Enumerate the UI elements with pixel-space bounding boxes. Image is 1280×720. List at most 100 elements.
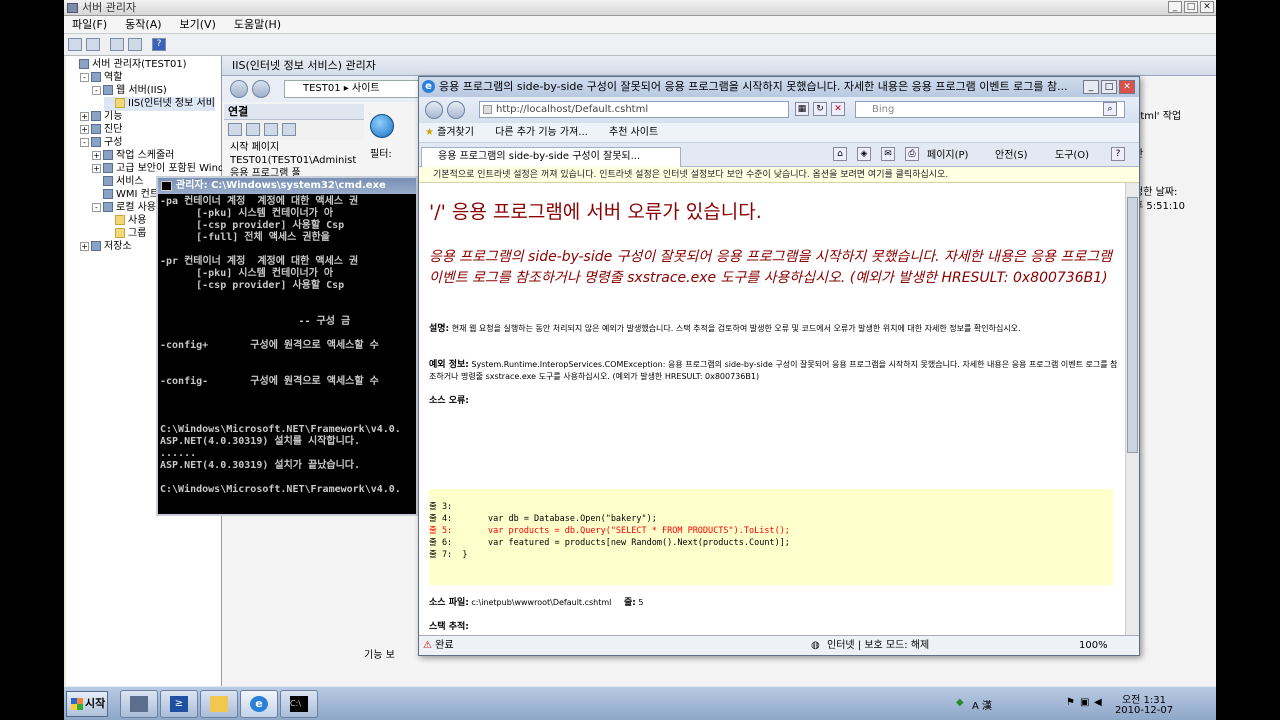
tree-item[interactable]: IIS(인터넷 정보 서비 [104,97,215,111]
ie-forward-icon[interactable] [447,101,465,119]
up-folder-icon[interactable] [110,38,124,51]
breadcrumb[interactable]: TEST01 ▸ 사이트 [284,80,424,98]
cmd-line: [-csp provider] 사용할 Csp [160,220,345,231]
clock-date[interactable]: 2010-12-07 [1114,705,1174,716]
globe-connect-icon[interactable] [228,123,242,136]
close-button[interactable]: ✕ [1200,1,1214,13]
maximize-button[interactable]: □ [1184,1,1198,13]
collapse-icon[interactable]: - [92,202,101,212]
zoom-level[interactable]: 100% [1079,636,1108,656]
tree-item[interactable]: - 로컬 사용 [92,201,156,215]
refresh-icon[interactable] [282,123,296,136]
taskbar-cmd[interactable]: C:\ [280,690,318,718]
favorites-button[interactable]: 즐겨찾기 [437,127,474,138]
collapse-icon[interactable]: - [80,137,89,147]
menu-bar: 파일(F) 동작(A) 보기(V) 도움말(H) [64,16,1216,34]
windows-logo-icon [71,698,83,710]
ie-window: e 응용 프로그램의 side-by-side 구성이 잘못되어 응용 프로그램… [418,76,1140,656]
breadcrumb-sites[interactable]: 사이트 [352,83,380,94]
tree-item[interactable]: 서버 관리자(TEST01) [68,58,187,72]
tree-item[interactable]: - 역할 [80,71,122,85]
security-zone[interactable]: 인터넷 | 보호 모드: 해제 [827,636,929,656]
tree-item[interactable]: + 고급 보안이 포함된 Wind [92,162,224,176]
menu-help[interactable]: 도움말(H) [234,18,281,31]
iis-back-icon[interactable] [230,80,248,98]
ime-mode[interactable]: A 漢 [972,697,992,712]
tree-item[interactable]: WMI 컨트 [92,188,159,202]
menu-view[interactable]: 보기(V) [180,18,216,31]
tree-item[interactable]: 서비스 [92,175,144,189]
expand-icon[interactable]: + [92,150,101,160]
stop-icon[interactable]: ✕ [831,102,845,116]
back-icon[interactable] [68,38,82,51]
network-icon[interactable]: ▣ [1080,697,1089,708]
taskbar-powershell[interactable]: ≥ [160,690,198,718]
expand-icon[interactable]: + [80,124,89,134]
search-icon[interactable]: ⌕ [1103,102,1117,116]
mail-icon[interactable]: ✉ [881,147,895,161]
taskbar-server-manager[interactable] [120,690,158,718]
help-icon[interactable]: ? [1111,147,1125,161]
tree-item[interactable]: + 기능 [80,110,122,124]
feeds-icon[interactable]: ◈ [857,147,871,161]
cmd-output[interactable]: -pa 컨테이너 계정 계정에 대한 액세스 권 [-pku] 시스템 컨테이너… [158,194,416,514]
expand-icon[interactable]: + [80,241,89,251]
menu-action[interactable]: 동작(A) [125,18,161,31]
server-manager-titlebar[interactable]: 서버 관리자 _ □ ✕ [64,0,1216,16]
help-icon[interactable]: ? [152,38,166,51]
collapse-icon[interactable]: - [92,85,101,95]
ie-close-button[interactable]: ✕ [1119,80,1135,94]
expand-icon[interactable]: + [80,111,89,121]
tree-item[interactable]: - 구성 [80,136,122,150]
tree-item[interactable]: 그룹 [104,227,146,241]
clock-time[interactable]: 오전 1:31 [1114,691,1174,706]
vertical-scrollbar[interactable] [1125,183,1139,635]
tree-spacer [104,229,113,238]
save-icon[interactable] [246,123,260,136]
taskbar-ie[interactable]: e [240,690,278,718]
cmd-titlebar[interactable]: 관리자: C:\Windows\system32\cmd.exe [158,178,416,194]
home-icon[interactable]: ⌂ [833,147,847,161]
language-bar-icon[interactable]: ◆ [956,697,964,708]
start-button[interactable]: 시작 [66,691,108,717]
tree-node-icon [91,72,101,82]
forward-icon[interactable] [86,38,100,51]
collapse-icon[interactable]: - [80,72,89,82]
compat-view-icon[interactable]: ▦ [795,102,809,116]
page-menu[interactable]: 페이지(P) [927,147,968,165]
tree-item[interactable]: + 작업 스케줄러 [92,149,174,163]
folder-icon[interactable] [264,123,278,136]
active-tab[interactable]: 응용 프로그램의 side-by-side 구성이 잘못되... [421,147,681,167]
flag-icon[interactable]: ⚑ [1066,697,1075,708]
safety-menu[interactable]: 안전(S) [995,147,1028,165]
refresh-icon[interactable]: ↻ [813,102,827,116]
ie-maximize-button[interactable]: □ [1101,80,1117,94]
conn-server[interactable]: TEST01(TEST01\Administ [230,154,356,167]
fav-addons-link[interactable]: 다른 추가 기능 가져... [495,127,588,138]
conn-start-page[interactable]: 시작 페이지 [230,141,356,154]
tree-item[interactable]: + 진단 [80,123,122,137]
search-field[interactable]: Bing [855,101,1125,118]
expand-icon[interactable]: + [92,163,101,173]
ie-minimize-button[interactable]: _ [1083,80,1099,94]
print-icon[interactable]: ⎙ [905,147,919,161]
ie-titlebar[interactable]: e 응용 프로그램의 side-by-side 구성이 잘못되어 응용 프로그램… [419,77,1139,97]
minimize-button[interactable]: _ [1168,1,1182,13]
iis-forward-icon[interactable] [252,80,270,98]
tools-menu[interactable]: 도구(O) [1055,147,1089,165]
tree-item[interactable]: + 저장소 [80,240,132,254]
actions-item-browse[interactable]: 찬 [1134,148,1185,162]
volume-icon[interactable]: ◀ [1094,697,1102,708]
information-bar[interactable]: 기본적으로 인트라넷 설정은 꺼져 있습니다. 인트라넷 설정은 인터넷 설정보… [419,167,1139,183]
scroll-thumb[interactable] [1127,197,1138,453]
taskbar-explorer[interactable] [200,690,238,718]
url-field[interactable]: http://localhost/Default.cshtml [479,101,789,118]
show-hide-tree-icon[interactable] [128,38,142,51]
menu-file[interactable]: 파일(F) [72,18,107,31]
tree-item[interactable]: 사용 [104,214,146,228]
ie-back-icon[interactable] [425,101,443,119]
tree-item[interactable]: - 웹 서버(IIS) [92,84,167,98]
error-heading: '/' 응용 프로그램에 서버 오류가 있습니다. [429,201,762,223]
fav-suggested-link[interactable]: 추천 사이트 [609,127,658,138]
breadcrumb-server[interactable]: TEST01 [303,83,341,94]
